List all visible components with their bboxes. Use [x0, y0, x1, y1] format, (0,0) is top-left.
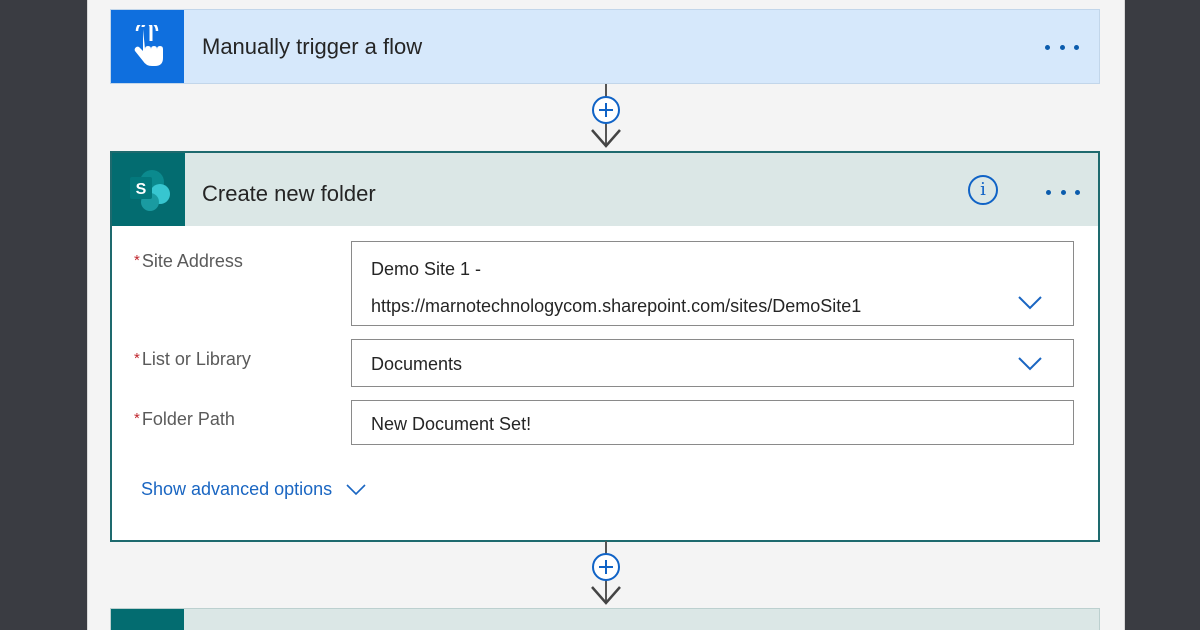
- create-folder-action-card[interactable]: S Create new folder i * Site Address Demo…: [110, 151, 1100, 542]
- dot-icon: [1060, 189, 1066, 195]
- sharepoint-icon: S: [112, 153, 185, 226]
- list-or-library-label-text: List or Library: [141, 349, 251, 369]
- required-marker: *: [134, 350, 140, 367]
- next-action-card[interactable]: [110, 608, 1100, 630]
- chevron-down-icon[interactable]: [1017, 356, 1043, 372]
- dot-icon: [1059, 44, 1065, 50]
- connector-insert-step: [88, 541, 1124, 611]
- folder-path-input[interactable]: New Document Set!: [351, 400, 1074, 445]
- site-address-label-text: Site Address: [141, 251, 243, 271]
- site-address-dropdown[interactable]: Demo Site 1 - https://marnotechnologycom…: [351, 241, 1074, 326]
- dot-icon: [1045, 44, 1050, 50]
- trigger-more-options-button[interactable]: [1045, 37, 1079, 57]
- chevron-down-icon[interactable]: [1017, 295, 1043, 311]
- flow-designer-canvas: Manually trigger a flow S Create new fol…: [87, 0, 1125, 630]
- list-or-library-dropdown[interactable]: Documents: [351, 339, 1074, 387]
- folder-path-value: New Document Set!: [371, 414, 532, 434]
- add-step-button[interactable]: [592, 553, 620, 581]
- site-address-value-line2: https://marnotechnologycom.sharepoint.co…: [371, 296, 862, 316]
- folder-path-label-text: Folder Path: [141, 409, 235, 429]
- site-address-value-line1: Demo Site 1 -: [371, 259, 482, 279]
- trigger-title: Manually trigger a flow: [202, 34, 423, 59]
- dot-icon: [1046, 189, 1051, 195]
- info-icon[interactable]: i: [968, 175, 998, 205]
- show-advanced-options-link[interactable]: Show advanced options: [141, 479, 366, 500]
- show-advanced-options-label: Show advanced options: [141, 479, 333, 499]
- required-marker: *: [134, 252, 140, 269]
- trigger-card[interactable]: Manually trigger a flow: [110, 9, 1100, 84]
- action-header[interactable]: S Create new folder i: [112, 153, 1098, 226]
- folder-path-label: * Folder Path: [134, 409, 235, 430]
- touch-hand-icon: [111, 10, 184, 83]
- sharepoint-letter: S: [135, 181, 146, 198]
- sharepoint-icon: [111, 609, 184, 630]
- action-title: Create new folder: [202, 181, 376, 206]
- action-more-options-button[interactable]: [1046, 182, 1080, 202]
- chevron-down-icon: [346, 483, 366, 495]
- add-step-button[interactable]: [592, 96, 620, 124]
- required-marker: *: [134, 410, 140, 427]
- dot-icon: [1074, 44, 1079, 50]
- list-or-library-label: * List or Library: [134, 349, 251, 370]
- site-address-label: * Site Address: [134, 251, 243, 272]
- list-or-library-value: Documents: [371, 354, 463, 374]
- connector-insert-step: [88, 84, 1124, 154]
- dot-icon: [1075, 189, 1080, 195]
